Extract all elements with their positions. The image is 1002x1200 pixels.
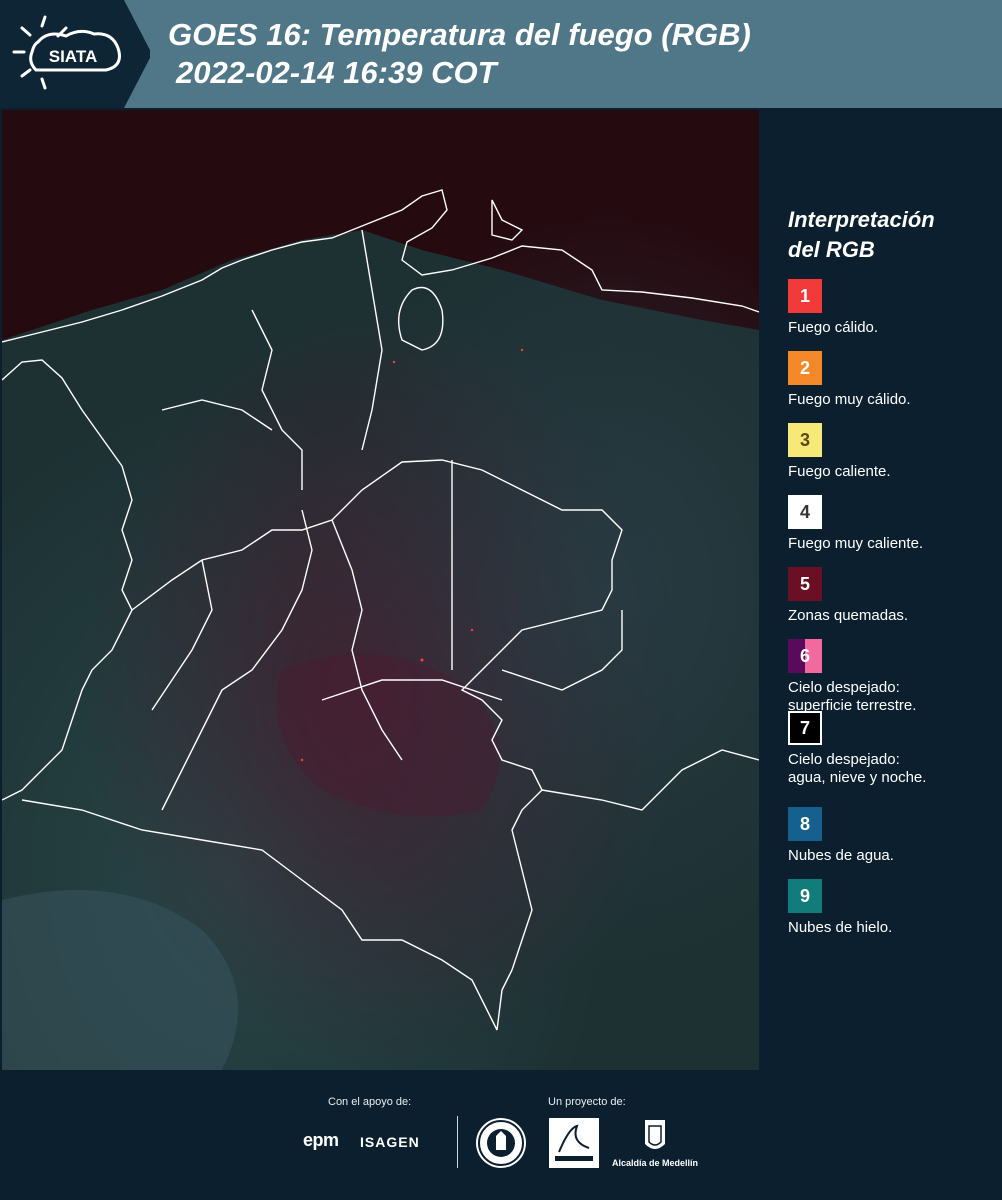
- legend-item-8: 8 Nubes de agua.: [788, 807, 988, 879]
- legend-label-1: Fuego cálido.: [788, 319, 879, 336]
- legend-label-9: Nubes de hielo.: [788, 919, 893, 936]
- legend-swatch-2: 2: [788, 351, 822, 385]
- legend-item-2: 2 Fuego muy cálido.: [788, 351, 988, 423]
- legend-item-9: 9 Nubes de hielo.: [788, 879, 988, 951]
- legend-swatch-6: 6: [788, 639, 822, 673]
- legend-label-6: Cielo despejado: superficie terrestre.: [788, 679, 916, 715]
- legend-swatch-7: 7: [788, 711, 822, 745]
- isagen-logo[interactable]: ISAGEN: [360, 1134, 420, 1150]
- rgb-legend: Interpretación del RGB 1 Fuego cálido. 2…: [788, 205, 988, 951]
- university-seal-icon[interactable]: [476, 1118, 526, 1168]
- footer-divider: [457, 1116, 458, 1168]
- title-line-2: 2022-02-14 16:39 COT: [176, 55, 497, 90]
- legend-label-2: Fuego muy cálido.: [788, 391, 911, 408]
- legend-label-8: Nubes de agua.: [788, 847, 894, 864]
- legend-swatch-8: 8: [788, 807, 822, 841]
- legend-swatch-3: 3: [788, 423, 822, 457]
- alcaldia-medellin-logo[interactable]: Alcaldía de Medellín: [611, 1118, 699, 1172]
- medellin-shield-icon: [645, 1120, 665, 1149]
- page-title: GOES 16: Temperatura del fuego (RGB) 202…: [168, 16, 751, 92]
- satellite-map[interactable]: [2, 110, 759, 1070]
- legend-label-5: Zonas quemadas.: [788, 607, 909, 624]
- footer: Con el apoyo de: Un proyecto de: epm ISA…: [0, 1072, 1002, 1200]
- legend-title-line-2: del RGB: [788, 237, 875, 262]
- logo-text: SIATA: [49, 47, 97, 66]
- project-label: Un proyecto de:: [548, 1096, 626, 1108]
- legend-item-4: 4 Fuego muy caliente.: [788, 495, 988, 567]
- legend-label-7-line-1: Cielo despejado:: [788, 751, 900, 768]
- seal-graphic: [478, 1120, 524, 1166]
- medellin-label: Alcaldía de Medellín: [611, 1158, 699, 1168]
- legend-label-3: Fuego caliente.: [788, 463, 891, 480]
- legend-label-6-line-1: Cielo despejado:: [788, 679, 900, 696]
- support-label: Con el apoyo de:: [328, 1096, 412, 1108]
- legend-label-7: Cielo despejado: agua, nieve y noche.: [788, 751, 926, 787]
- logo-background: SIATA: [0, 0, 150, 108]
- legend-item-3: 3 Fuego caliente.: [788, 423, 988, 495]
- header-bar: SIATA GOES 16: Temperatura del fuego (RG…: [0, 0, 1002, 108]
- map-image: [2, 110, 759, 1070]
- amva-graphic: [555, 1124, 593, 1161]
- legend-item-6: 6 Cielo despejado: superficie terrestre.: [788, 639, 988, 714]
- legend-swatch-9: 9: [788, 879, 822, 913]
- legend-swatch-5: 5: [788, 567, 822, 601]
- legend-title: Interpretación del RGB: [788, 205, 988, 265]
- legend-label-7-line-2: agua, nieve y noche.: [788, 769, 927, 786]
- legend-item-1: 1 Fuego cálido.: [788, 279, 988, 351]
- legend-item-7: 7 Cielo despejado: agua, nieve y noche.: [788, 711, 988, 807]
- legend-item-5: 5 Zonas quemadas.: [788, 567, 988, 639]
- legend-label-4: Fuego muy caliente.: [788, 535, 924, 552]
- siata-logo[interactable]: SIATA: [0, 0, 150, 108]
- legend-swatch-1: 1: [788, 279, 822, 313]
- title-line-1: GOES 16: Temperatura del fuego (RGB): [168, 17, 751, 52]
- legend-title-line-1: Interpretación: [788, 207, 935, 232]
- legend-swatch-4: 4: [788, 495, 822, 529]
- area-metropolitana-logo[interactable]: [549, 1118, 599, 1168]
- epm-logo[interactable]: epm: [303, 1130, 339, 1151]
